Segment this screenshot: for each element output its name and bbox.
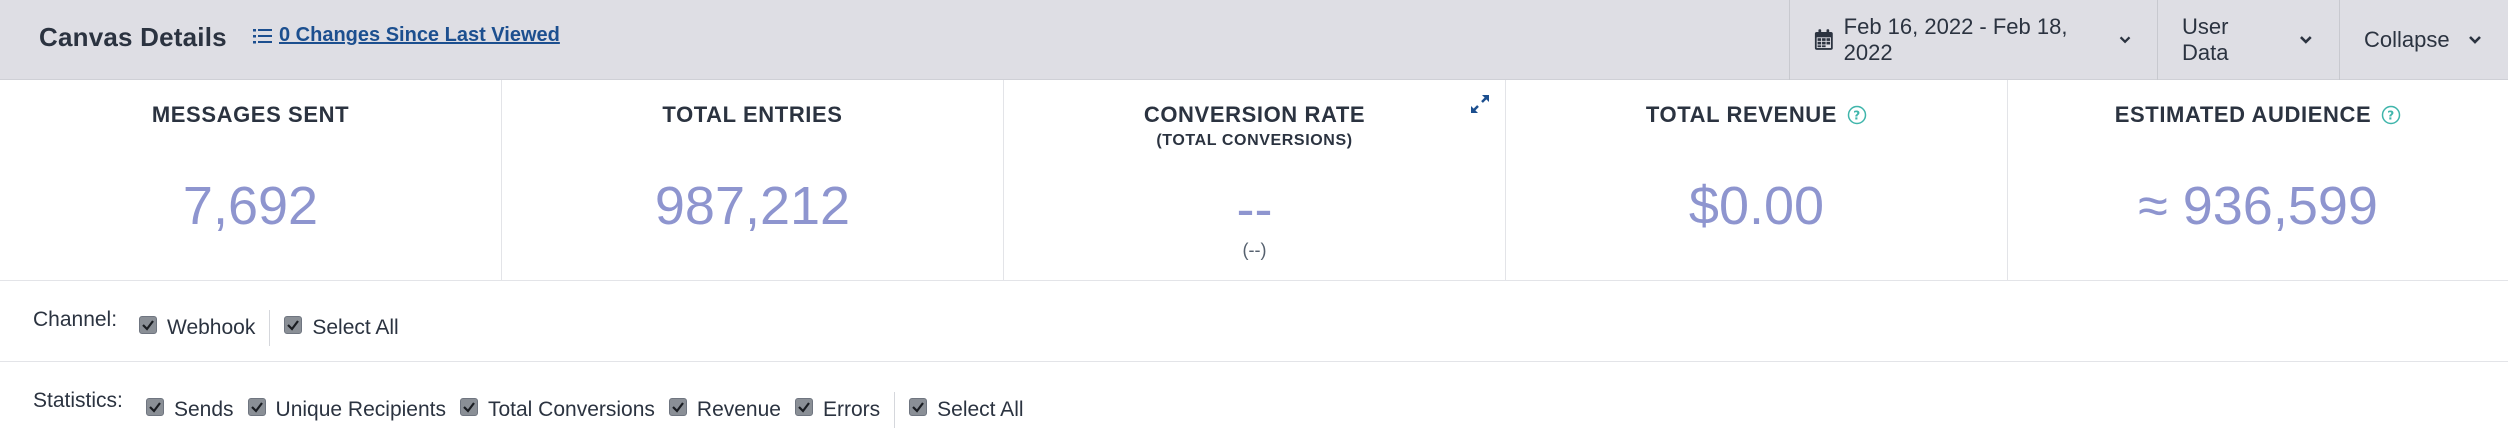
metric-label: TOTAL REVENUE bbox=[1645, 102, 1838, 127]
metrics-row: MESSAGES SENT 7,692 TOTAL ENTRIES 987,21… bbox=[0, 80, 2508, 281]
statistics-label: Statistics: bbox=[33, 389, 123, 412]
svg-text:?: ? bbox=[2387, 109, 2395, 123]
metric-estimated-audience: ESTIMATED AUDIENCE ? ≈ 936,599 bbox=[2008, 80, 2508, 281]
statistics-option-unique-recipients[interactable]: Unique Recipients bbox=[247, 398, 446, 422]
calendar-icon bbox=[1814, 29, 1833, 50]
statistics-filter: Statistics: Sends Unique Recipients Tota… bbox=[0, 362, 2508, 442]
metric-value: 987,212 bbox=[654, 176, 851, 236]
metric-value: 7,692 bbox=[182, 176, 319, 236]
date-range-picker[interactable]: Feb 16, 2022 - Feb 18, 2022 bbox=[1789, 0, 2157, 80]
checkbox-checked-icon[interactable] bbox=[139, 316, 157, 334]
metric-messages-sent: MESSAGES SENT 7,692 bbox=[0, 80, 502, 281]
checkbox-checked-icon[interactable] bbox=[459, 398, 478, 416]
channel-label: Channel: bbox=[33, 308, 118, 331]
divider bbox=[894, 392, 896, 428]
metric-value: $0.00 bbox=[1688, 176, 1825, 236]
statistics-option-total-conversions[interactable]: Total Conversions bbox=[459, 398, 655, 422]
option-label: Webhook bbox=[167, 316, 256, 339]
svg-text:?: ? bbox=[1853, 109, 1861, 123]
metric-total-revenue: TOTAL REVENUE ? $0.00 bbox=[1506, 80, 2008, 281]
checkbox-checked-icon[interactable] bbox=[284, 316, 303, 334]
option-label: Total Conversions bbox=[487, 398, 655, 421]
metric-conversion-rate: CONVERSION RATE (TOTAL CONVERSIONS) -- (… bbox=[1004, 80, 1506, 281]
checkbox-checked-icon[interactable] bbox=[794, 398, 813, 416]
option-label: Unique Recipients bbox=[275, 398, 446, 421]
channel-option-webhook[interactable]: Webhook bbox=[139, 316, 255, 340]
changes-link-label[interactable]: 0 Changes Since Last Viewed bbox=[279, 24, 560, 47]
canvas-details-header: Canvas Details 0 Changes Since Last View… bbox=[0, 0, 2508, 80]
option-label: Errors bbox=[822, 398, 881, 421]
checkbox-checked-icon[interactable] bbox=[668, 398, 687, 416]
metric-sublabel: (TOTAL CONVERSIONS) bbox=[1156, 132, 1353, 149]
user-data-label: User Data bbox=[2182, 14, 2229, 65]
channel-option-select-all[interactable]: Select All bbox=[284, 316, 399, 340]
option-label: Sends bbox=[174, 398, 234, 421]
date-range-label: Feb 16, 2022 - Feb 18, 2022 bbox=[1843, 14, 2068, 65]
help-circle-icon[interactable]: ? bbox=[1847, 105, 1867, 125]
checkbox-checked-icon[interactable] bbox=[909, 398, 928, 416]
metric-label: MESSAGES SENT bbox=[151, 102, 350, 127]
metric-value: ≈ 936,599 bbox=[2138, 176, 2378, 236]
collapse-dropdown[interactable]: Collapse bbox=[2339, 0, 2508, 80]
statistics-option-select-all[interactable]: Select All bbox=[909, 398, 1024, 422]
checkbox-checked-icon[interactable] bbox=[146, 398, 164, 416]
statistics-option-errors[interactable]: Errors bbox=[794, 398, 881, 422]
checkbox-checked-icon[interactable] bbox=[247, 398, 266, 416]
option-label: Select All bbox=[937, 398, 1024, 421]
collapse-label: Collapse bbox=[2364, 27, 2450, 52]
expand-icon[interactable] bbox=[1469, 93, 1491, 115]
page-title: Canvas Details bbox=[39, 22, 227, 52]
divider bbox=[269, 310, 271, 346]
metric-label: TOTAL ENTRIES bbox=[662, 102, 843, 127]
option-label: Select All bbox=[312, 316, 399, 339]
chevron-down-icon bbox=[2300, 36, 2312, 44]
statistics-option-sends[interactable]: Sends bbox=[146, 398, 234, 422]
changes-since-last-viewed-link[interactable]: 0 Changes Since Last Viewed bbox=[253, 24, 560, 47]
metric-total-entries: TOTAL ENTRIES 987,212 bbox=[502, 80, 1004, 281]
chevron-down-icon bbox=[2468, 36, 2481, 44]
chevron-down-icon bbox=[2119, 36, 2131, 44]
channel-filter: Channel: Webhook Select All bbox=[0, 282, 2508, 362]
option-label: Revenue bbox=[696, 398, 781, 421]
user-data-dropdown[interactable]: User Data bbox=[2157, 0, 2339, 80]
list-icon bbox=[253, 28, 272, 43]
metric-label: ESTIMATED AUDIENCE bbox=[2114, 102, 2372, 127]
metric-label: CONVERSION RATE bbox=[1143, 102, 1366, 127]
statistics-option-revenue[interactable]: Revenue bbox=[668, 398, 781, 422]
metric-subvalue: (--) bbox=[1242, 240, 1267, 260]
metric-value: -- bbox=[1236, 179, 1273, 239]
help-circle-icon[interactable]: ? bbox=[2381, 105, 2401, 125]
